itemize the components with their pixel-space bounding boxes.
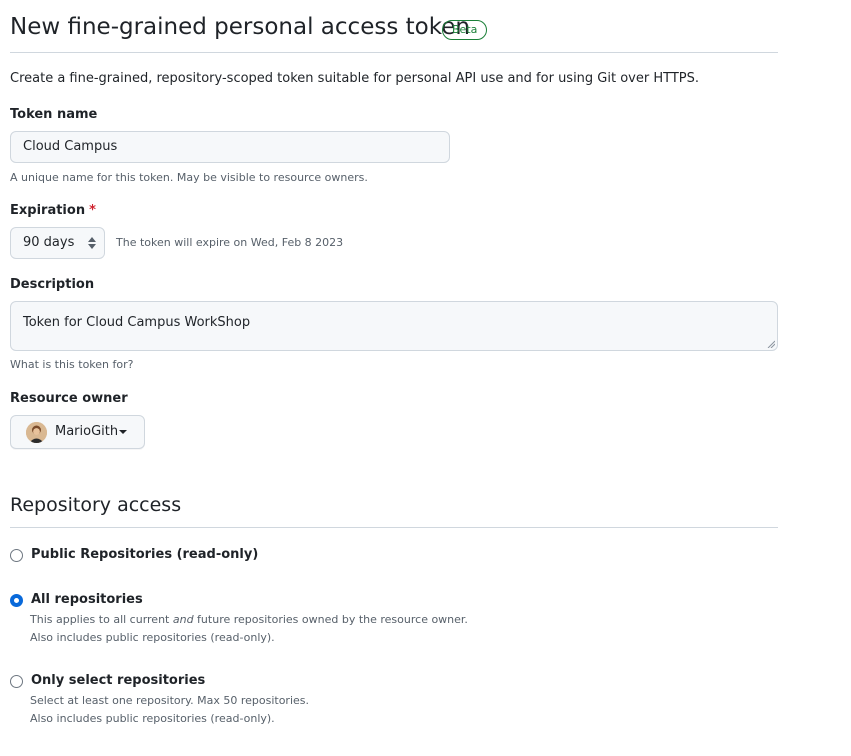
description-value: Token for Cloud Campus WorkShop (23, 315, 251, 330)
select-arrows-icon (88, 237, 96, 249)
avatar (26, 422, 47, 443)
desc-all-post: future repositories owned by the resourc… (193, 613, 468, 626)
expiration-label: Expiration * (10, 202, 96, 220)
beta-badge: Beta (442, 20, 488, 40)
token-name-input[interactable]: Cloud Campus (10, 131, 450, 163)
resource-owner-dropdown[interactable]: MarioGith (10, 415, 145, 449)
radio-label-select: Only select repositories (31, 673, 206, 688)
radio-label-all: All repositories (31, 592, 143, 607)
resize-handle-icon[interactable] (767, 340, 775, 348)
expiration-select[interactable]: 90 days (10, 227, 105, 259)
expiration-label-text: Expiration (10, 203, 86, 218)
radio-desc-select-2: Also includes public repositories (read-… (30, 712, 275, 725)
page-title: New fine-grained personal access token (10, 14, 470, 40)
caret-down-icon (119, 430, 127, 434)
repository-access-header: Repository access (10, 492, 778, 528)
resource-owner-value: MarioGith (55, 424, 119, 439)
token-name-label: Token name (10, 107, 98, 122)
expiration-note: The token will expire on Wed, Feb 8 2023 (116, 236, 344, 249)
token-name-note: A unique name for this token. May be vis… (10, 171, 368, 184)
radio-desc-all-2: Also includes public repositories (read-… (30, 631, 275, 644)
section-title: Repository access (10, 494, 182, 516)
resource-owner-label: Resource owner (10, 391, 128, 406)
page-header: New fine-grained personal access token B… (10, 12, 778, 53)
desc-all-em: and (172, 613, 194, 626)
description-note: What is this token for? (10, 358, 134, 371)
radio-label-public: Public Repositories (read-only) (31, 547, 259, 562)
radio-desc-all-1: This applies to all current and future r… (30, 611, 468, 629)
description-textarea[interactable]: Token for Cloud Campus WorkShop (10, 301, 778, 351)
expiration-selected-value: 90 days (23, 235, 75, 250)
description-label: Description (10, 277, 95, 292)
radio-select-repositories[interactable] (10, 675, 23, 688)
radio-public-repositories[interactable] (10, 549, 23, 562)
intro-text: Create a fine-grained, repository-scoped… (10, 71, 699, 86)
required-mark: * (89, 203, 96, 218)
radio-all-repositories[interactable] (10, 594, 23, 607)
radio-desc-select-1: Select at least one repository. Max 50 r… (30, 694, 309, 707)
desc-all-pre: This applies to all current (30, 613, 173, 626)
